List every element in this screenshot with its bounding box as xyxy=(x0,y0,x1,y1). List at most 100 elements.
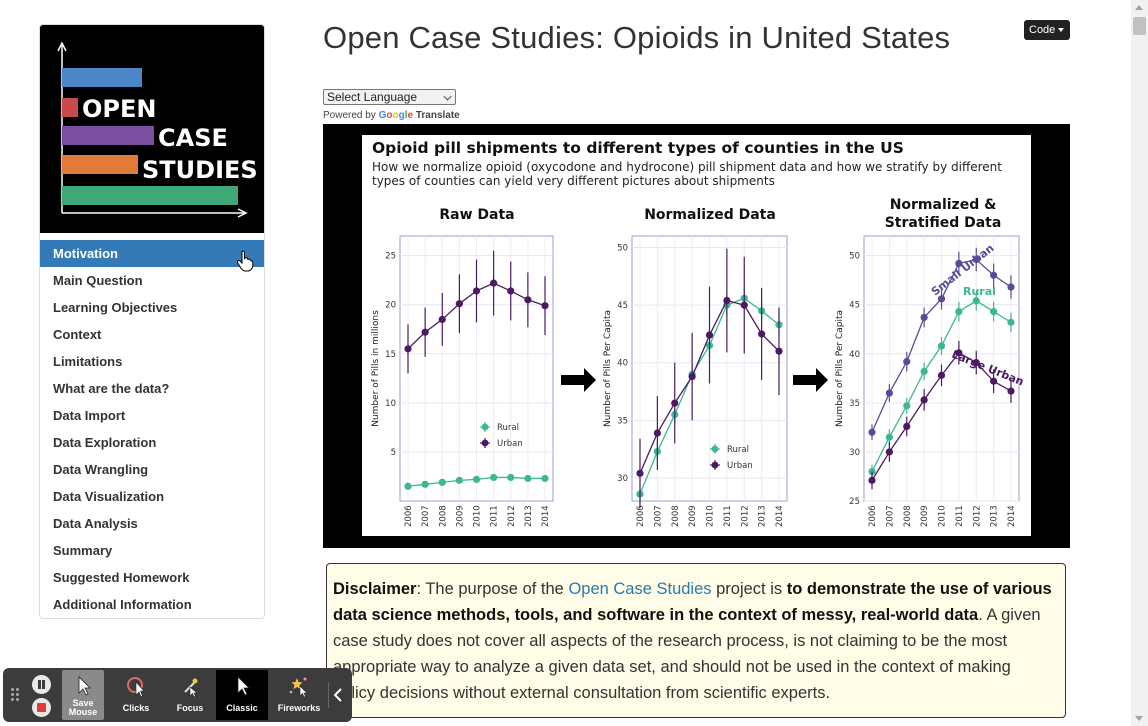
data-point xyxy=(1007,283,1015,291)
y-tick-label: 25 xyxy=(385,252,396,262)
data-point xyxy=(740,301,748,309)
panel-title: Raw Data xyxy=(439,207,514,223)
toc-item-summary[interactable]: Summary xyxy=(40,537,264,564)
mouse-pointer-icon xyxy=(78,676,91,696)
data-point xyxy=(937,342,946,350)
panel-title-line-2: Stratified Data xyxy=(885,215,1002,231)
toc-item-data-wrangling[interactable]: Data Wrangling xyxy=(40,456,264,483)
toc-item-data-exploration[interactable]: Data Exploration xyxy=(40,429,264,456)
recorder-tool-classic[interactable]: Classic xyxy=(216,670,268,720)
y-tick-label: 5 xyxy=(391,448,396,458)
toc-item-main-question[interactable]: Main Question xyxy=(40,267,264,294)
logo-graphic: OPEN CASE STUDIES xyxy=(57,41,258,218)
x-tick-label: 2013 xyxy=(990,505,1000,527)
toc-item-what-are-the-data[interactable]: What are the data? xyxy=(40,375,264,402)
hand-cursor-icon xyxy=(236,250,254,272)
pause-icon[interactable] xyxy=(32,675,51,694)
toc-item-context[interactable]: Context xyxy=(40,321,264,348)
screen-recorder-toolbar: Save Mouse Clicks Focus Classic Fireworks xyxy=(3,668,352,722)
open-case-studies-link[interactable]: Open Case Studies xyxy=(568,580,711,598)
data-point xyxy=(472,475,481,484)
x-tick-label: 2009 xyxy=(920,505,930,527)
chevron-down-icon xyxy=(443,92,452,101)
scroll-up-icon[interactable] xyxy=(1135,5,1143,10)
figure-subtitle-2: types of counties can yield very differe… xyxy=(372,174,775,188)
code-dropdown-button[interactable]: Code xyxy=(1024,20,1070,40)
y-tick-label: 50 xyxy=(849,252,860,262)
vertical-scrollbar[interactable] xyxy=(1131,0,1148,726)
data-point xyxy=(472,287,481,295)
google-logo: Google xyxy=(378,110,414,121)
x-tick-label: 2007 xyxy=(421,505,431,527)
disclaimer-text-2: project is xyxy=(711,580,787,598)
data-point xyxy=(903,358,911,366)
data-point xyxy=(404,482,412,490)
code-button-label: Code xyxy=(1029,24,1056,36)
x-tick-label: 2013 xyxy=(524,505,534,527)
data-point xyxy=(636,469,644,477)
x-tick-label: 2014 xyxy=(775,505,785,527)
drag-grip-icon[interactable] xyxy=(11,688,21,702)
toc-item-learning-objectives[interactable]: Learning Objectives xyxy=(40,294,264,321)
toc-item-limitations[interactable]: Limitations xyxy=(40,348,264,375)
data-point xyxy=(507,473,515,482)
toc-list: Motivation Main Question Learning Objectiv… xyxy=(40,240,264,618)
toc-item-motivation[interactable]: Motivation xyxy=(40,240,264,267)
data-point xyxy=(990,271,998,279)
x-tick-label: 2012 xyxy=(972,505,982,527)
toc-item-data-import[interactable]: Data Import xyxy=(40,402,264,429)
data-point xyxy=(1007,387,1015,395)
toc-item-data-visualization[interactable]: Data Visualization xyxy=(40,483,264,510)
recorder-tool-save[interactable]: Save Mouse xyxy=(62,670,104,720)
data-point xyxy=(885,433,893,441)
legend-label: Urban xyxy=(727,461,753,471)
translate-link[interactable]: Translate xyxy=(416,110,460,121)
logo-word-open: OPEN xyxy=(82,95,156,123)
recorder-tool-focus[interactable]: Focus xyxy=(169,670,211,720)
language-select[interactable]: Select Language xyxy=(323,89,456,105)
data-point xyxy=(955,307,963,316)
page-title: Open Case Studies: Opioids in United Sta… xyxy=(323,20,951,55)
legend-key-point xyxy=(481,439,489,447)
legend-label: Urban xyxy=(497,439,523,449)
toc-item-suggested-homework[interactable]: Suggested Homework xyxy=(40,564,264,591)
data-point xyxy=(723,296,731,305)
data-point xyxy=(920,367,928,376)
language-select-value: Select Language xyxy=(327,90,418,104)
arrow-right-icon xyxy=(793,368,828,392)
data-point xyxy=(421,480,429,488)
scroll-down-icon[interactable] xyxy=(1135,716,1143,721)
legend-label: Rural xyxy=(727,445,749,455)
collapse-toolbar-button[interactable] xyxy=(328,682,346,708)
disclaimer-text-1: : The purpose of the xyxy=(416,580,569,598)
data-point xyxy=(507,287,515,295)
y-tick-label: 50 xyxy=(617,244,628,254)
y-tick-label: 15 xyxy=(385,350,396,360)
y-tick-label: 35 xyxy=(849,399,860,409)
disclaimer-box: Disclaimer: The purpose of the Open Case… xyxy=(326,563,1066,718)
x-tick-label: 2007 xyxy=(653,505,663,527)
scroll-thumb[interactable] xyxy=(1133,17,1146,35)
data-point xyxy=(868,428,876,436)
toc-item-additional-information[interactable]: Additional Information xyxy=(40,591,264,618)
fireworks-icon xyxy=(289,677,308,698)
click-ring-icon xyxy=(127,677,145,698)
tool-label: Classic xyxy=(226,703,258,713)
data-point xyxy=(920,313,928,322)
focus-wand-icon xyxy=(184,678,198,698)
data-point xyxy=(671,399,679,407)
powered-by-label: Powered by xyxy=(323,110,376,121)
arrow-right-icon xyxy=(561,368,596,392)
stop-record-icon[interactable] xyxy=(32,698,51,717)
recorder-tool-fireworks[interactable]: Fireworks xyxy=(273,670,325,720)
data-point xyxy=(775,347,783,355)
recorder-tool-clicks[interactable]: Clicks xyxy=(115,670,157,720)
data-point xyxy=(1007,318,1015,326)
x-tick-label: 2010 xyxy=(473,505,483,527)
panel-title-line-1: Normalized & xyxy=(890,197,997,213)
toc-item-data-analysis[interactable]: Data Analysis xyxy=(40,510,264,537)
data-point xyxy=(990,377,998,385)
y-tick-label: 45 xyxy=(849,301,860,311)
legend-label: Rural xyxy=(497,423,519,433)
y-tick-label: 30 xyxy=(849,448,860,458)
